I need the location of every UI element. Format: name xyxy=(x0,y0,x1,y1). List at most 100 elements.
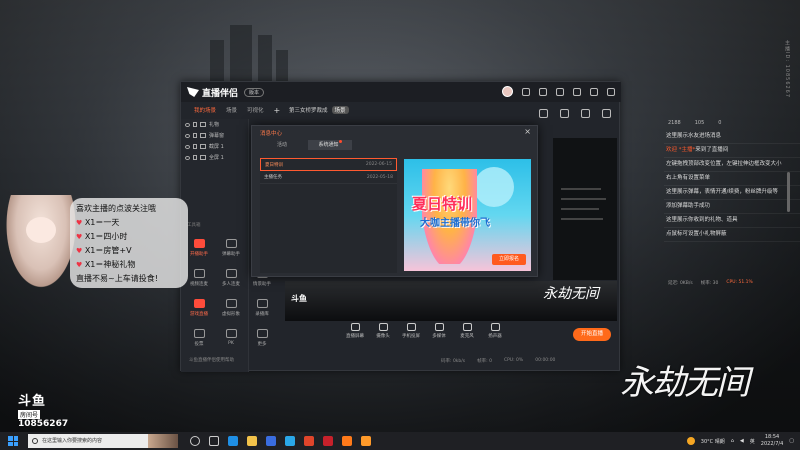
preview-line xyxy=(561,198,606,200)
gift-info-bubble: 喜欢主播的点波关注哦 ♥ X1＝一天 ♥ X1＝四小时 ♥ X1＝房管+V ♥ … xyxy=(70,198,188,288)
gift-icon: ♥ xyxy=(76,261,83,269)
tool-multi-link[interactable]: 多人连麦 xyxy=(216,269,246,294)
tab-scenes[interactable]: 场景 xyxy=(226,106,237,114)
source-type-icon xyxy=(200,122,206,127)
tool-icon xyxy=(193,329,205,338)
source-item[interactable]: 礼物 xyxy=(181,119,248,130)
tab-system-notice[interactable]: 系统通知 xyxy=(308,140,352,150)
cpu-status: CPU: 0% xyxy=(503,358,524,363)
eye-icon[interactable] xyxy=(185,144,190,149)
user-avatar[interactable] xyxy=(502,86,513,97)
tab-my-scenes[interactable]: 我的场景 xyxy=(194,106,216,114)
tool-recording[interactable]: 录播库 xyxy=(247,299,277,324)
scene-tool-icon-3[interactable] xyxy=(581,109,590,118)
tool-icon xyxy=(256,299,268,308)
douyu-app-icon[interactable] xyxy=(342,436,352,446)
media-button[interactable]: 多媒体 xyxy=(429,323,449,339)
version-badge[interactable]: 版本 xyxy=(244,87,265,97)
source-label: 弹幕窗 xyxy=(209,133,225,139)
chat-message: 这里展示你收到的礼物、道具 xyxy=(664,214,800,228)
task-view-icon[interactable] xyxy=(209,436,219,446)
weather-text[interactable]: 30°C 晴朗 xyxy=(701,438,725,445)
file-explorer-icon[interactable] xyxy=(247,436,257,446)
stream-time: 00:00:00 xyxy=(535,358,556,363)
tool-label: 更多 xyxy=(257,342,267,347)
microphone-button[interactable]: 麦克风 xyxy=(457,323,477,339)
tool-stream-helper[interactable]: 开播助手 xyxy=(184,239,214,264)
tool-game-stream[interactable]: 游戏直播 xyxy=(184,299,214,324)
start-stream-button[interactable]: 开始直播 xyxy=(573,328,611,341)
volume-icon[interactable]: ◀ xyxy=(740,438,744,444)
scene-pill[interactable]: 场景 xyxy=(331,106,349,114)
stream-preview[interactable]: 斗鱼 永劫无间 xyxy=(285,281,617,321)
tool-danmu-helper[interactable]: 弹幕助手 xyxy=(216,239,246,264)
source-item[interactable]: 截屏 1 xyxy=(181,141,248,152)
banner-subtitle: 大咖主播带你飞 xyxy=(420,218,490,229)
dialog-close-icon[interactable]: × xyxy=(524,127,531,136)
windows-start-icon[interactable] xyxy=(8,436,18,446)
cortana-icon[interactable] xyxy=(190,436,200,446)
douyu-watermark: 斗鱼 房间号 10856267 xyxy=(18,390,68,429)
lock-icon[interactable] xyxy=(193,155,197,160)
scene-tool-icon-1[interactable] xyxy=(539,109,548,118)
search-highlight-image[interactable] xyxy=(148,434,178,448)
lock-icon[interactable] xyxy=(193,144,197,149)
lock-icon[interactable] xyxy=(193,133,197,138)
menu-icon[interactable] xyxy=(556,87,564,96)
qq-icon[interactable] xyxy=(285,436,295,446)
notification-icon[interactable]: ▢ xyxy=(789,438,794,444)
banner-title: 夏日特训 xyxy=(412,195,473,213)
camera-button[interactable]: 摄像头 xyxy=(373,323,393,339)
tool-label: 虚拟形象 xyxy=(222,312,240,317)
tab-visual[interactable]: 可视化 xyxy=(247,106,264,114)
tool-more[interactable]: 更多 xyxy=(247,329,277,354)
source-type-icon xyxy=(200,155,206,160)
scene-tool-icon-2[interactable] xyxy=(560,109,569,118)
tool-avatar[interactable]: 虚拟形象 xyxy=(216,299,246,324)
eye-icon[interactable] xyxy=(185,122,190,127)
weather-icon[interactable] xyxy=(686,437,695,445)
settings-icon[interactable] xyxy=(539,87,547,96)
promo-banner[interactable]: 夏日特训 大咖主播带你飞 立即报名 xyxy=(404,159,531,271)
office-icon[interactable] xyxy=(304,436,314,446)
clock[interactable]: 18:54 2022/7/4 xyxy=(761,434,783,448)
source-item[interactable]: 弹幕窗 xyxy=(181,130,248,141)
speaker-icon xyxy=(490,323,500,331)
network-icon[interactable]: ⌂ xyxy=(731,438,734,444)
eye-icon[interactable] xyxy=(185,133,190,138)
scene-title: 第三女桥罗裁成 xyxy=(289,108,328,114)
tool-icon xyxy=(193,299,205,308)
message-icon[interactable] xyxy=(522,87,530,96)
message-row[interactable]: 主播任务 2022-05-18 xyxy=(260,171,397,184)
streamer-sticker: 喜欢主播的点波关注哦 ♥ X1＝一天 ♥ X1＝四小时 ♥ X1＝房管+V ♥ … xyxy=(0,190,188,298)
tool-video-link[interactable]: 视频连麦 xyxy=(184,269,214,294)
share-icon[interactable] xyxy=(602,109,611,118)
source-item[interactable]: 全屏 1 xyxy=(181,152,248,163)
edge-icon[interactable] xyxy=(228,436,238,446)
danmu-chat-panel: 2188 105 0 这里展示水友进场消息 欢迎 *主播*来到了直播间 左键拖拽… xyxy=(664,116,800,291)
add-scene-icon[interactable]: + xyxy=(274,106,281,115)
phone-cast-button[interactable]: 手机投屏 xyxy=(401,323,421,339)
maximize-icon[interactable] xyxy=(590,87,598,96)
eye-icon[interactable] xyxy=(185,155,190,160)
help-link[interactable]: 斗鱼直播伴侣使用帮助 xyxy=(189,357,234,363)
speaker-button[interactable]: 扬声器 xyxy=(485,323,505,339)
store-icon[interactable] xyxy=(266,436,276,446)
close-icon[interactable] xyxy=(607,87,615,96)
minimize-icon[interactable] xyxy=(573,87,581,96)
live-assistant-app-icon[interactable] xyxy=(361,436,371,446)
netease-music-icon[interactable] xyxy=(323,436,333,446)
banner-signup-button[interactable]: 立即报名 xyxy=(492,254,526,265)
tool-pk[interactable]: PK xyxy=(216,329,246,354)
chat-cpu: CPU: 51.1% xyxy=(726,280,753,285)
input-language[interactable]: 英 xyxy=(750,438,755,445)
message-row[interactable]: 夏日特训 2022-06-15 xyxy=(260,158,397,171)
taskbar-search[interactable]: 在这里输入你要搜索的内容 xyxy=(28,434,148,448)
tool-vote[interactable]: 投票 xyxy=(184,329,214,354)
tool-icon xyxy=(225,269,237,278)
screen-capture-button[interactable]: 直播屏幕 xyxy=(345,323,365,339)
lock-icon[interactable] xyxy=(193,122,197,127)
chat-scrollbar[interactable] xyxy=(787,172,790,212)
tool-label: 视频连麦 xyxy=(190,282,208,287)
tab-activity[interactable]: 活动 xyxy=(260,140,304,150)
